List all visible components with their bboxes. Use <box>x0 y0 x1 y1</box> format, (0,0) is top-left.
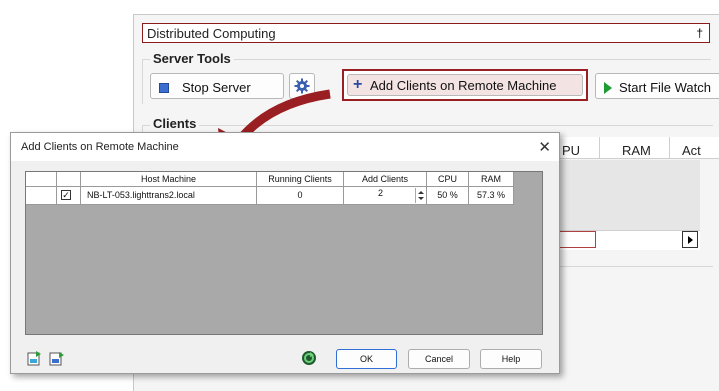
row-selector[interactable] <box>26 187 57 205</box>
spin-up-icon[interactable] <box>418 191 424 194</box>
spin-buttons[interactable] <box>415 188 425 203</box>
table-header-row: Host Machine Running Clients Add Clients… <box>26 172 542 187</box>
close-icon[interactable]: ✕ <box>538 138 551 156</box>
header-ram[interactable]: RAM <box>469 172 514 187</box>
header-host-machine[interactable]: Host Machine <box>81 172 257 187</box>
ram-cell: 57.3 % <box>469 187 514 205</box>
host-table: Host Machine Running Clients Add Clients… <box>25 171 543 335</box>
cpu-cell: 50 % <box>427 187 469 205</box>
header-check <box>57 172 81 187</box>
spin-down-icon[interactable] <box>418 197 424 200</box>
export-icon[interactable] <box>49 350 65 366</box>
refresh-icon[interactable] <box>301 350 317 366</box>
dialog-title-bar: Add Clients on Remote Machine ✕ <box>11 133 559 161</box>
dialog-title: Add Clients on Remote Machine <box>21 141 179 153</box>
cancel-button[interactable]: Cancel <box>408 349 470 369</box>
header-row-selector <box>26 172 57 187</box>
header-cpu[interactable]: CPU <box>427 172 469 187</box>
host-checkbox-cell[interactable]: ✓ <box>57 187 81 205</box>
host-checkbox[interactable]: ✓ <box>61 190 71 200</box>
header-add-clients[interactable]: Add Clients <box>344 172 427 187</box>
import-icon[interactable] <box>27 350 43 366</box>
add-clients-dialog: Add Clients on Remote Machine ✕ Host Mac… <box>10 132 560 374</box>
header-running-clients[interactable]: Running Clients <box>257 172 344 187</box>
add-clients-value[interactable]: 2 <box>378 185 383 202</box>
host-machine-cell: NB-LT-053.lighttrans2.local <box>81 187 257 205</box>
running-clients-cell: 0 <box>257 187 344 205</box>
add-clients-stepper[interactable]: 2 <box>344 187 427 205</box>
help-button[interactable]: Help <box>480 349 542 369</box>
ok-button[interactable]: OK <box>336 349 397 369</box>
